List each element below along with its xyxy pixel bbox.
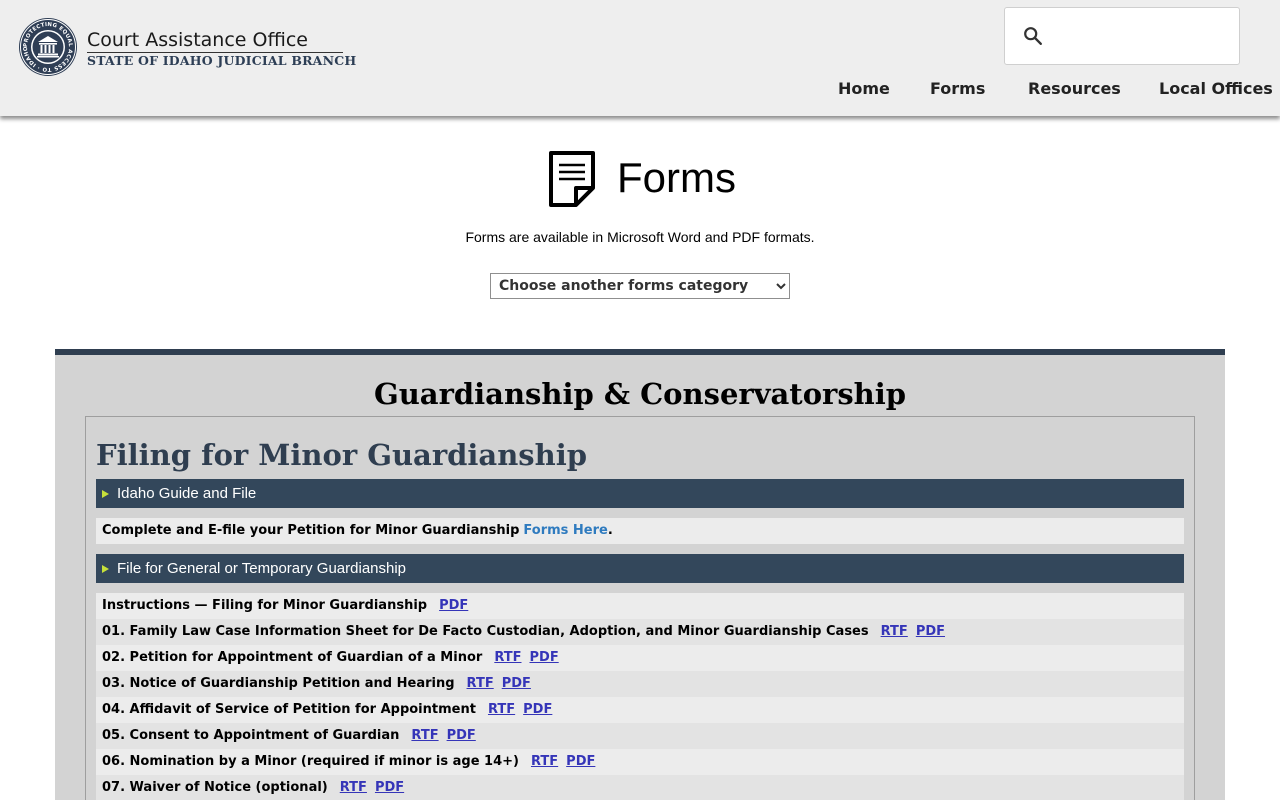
pdf-link[interactable]: PDF (916, 624, 945, 639)
search-icon[interactable] (1022, 25, 1044, 47)
form-row-07: 07. Waiver of Notice (optional) RTF PDF (96, 775, 1184, 800)
main-nav: Home Forms Resources Local Offices (0, 79, 1280, 101)
pdf-link[interactable]: PDF (439, 598, 468, 613)
form-row-06: 06. Nomination by a Minor (required if m… (96, 749, 1184, 775)
document-icon (549, 151, 595, 207)
section-title: Filing for Minor Guardianship (96, 438, 588, 472)
pdf-link[interactable]: PDF (566, 754, 595, 769)
accordion-idaho-guide-and-file[interactable]: Idaho Guide and File (96, 479, 1184, 508)
brand[interactable]: Court Assistance Office STATE OF IDAHO J… (87, 29, 356, 69)
form-row-04: 04. Affidavit of Service of Petition for… (96, 697, 1184, 723)
forms-category-select[interactable]: Choose another forms category (490, 273, 790, 299)
rtf-link[interactable]: RTF (881, 624, 908, 639)
form-title: 03. Notice of Guardianship Petition and … (102, 676, 455, 691)
form-title: 02. Petition for Appointment of Guardian… (102, 650, 483, 665)
nav-resources[interactable]: Resources (1028, 79, 1121, 99)
form-title: 05. Consent to Appointment of Guardian (102, 728, 400, 743)
page-description: Forms are available in Microsoft Word an… (465, 229, 815, 245)
pdf-link[interactable]: PDF (530, 650, 559, 665)
form-title: 07. Waiver of Notice (optional) (102, 780, 328, 795)
rtf-link[interactable]: RTF (531, 754, 558, 769)
forms-panel: Guardianship & Conservatorship Filing fo… (55, 349, 1225, 800)
form-title: 01. Family Law Case Information Sheet fo… (102, 624, 869, 639)
nav-home[interactable]: Home (838, 79, 890, 99)
section-box: Filing for Minor Guardianship Idaho Guid… (85, 416, 1195, 800)
site-header: PROTECTING EQUAL ACCESS TO · IDAHO · COU… (0, 0, 1280, 116)
efile-row: Complete and E-file your Petition for Mi… (96, 518, 1184, 544)
rtf-link[interactable]: RTF (411, 728, 438, 743)
form-row-03: 03. Notice of Guardianship Petition and … (96, 671, 1184, 697)
brand-subtitle: STATE OF IDAHO JUDICIAL BRANCH (87, 53, 357, 68)
nav-forms[interactable]: Forms (930, 79, 985, 99)
accordion-general-temporary-guardianship[interactable]: File for General or Temporary Guardiansh… (96, 554, 1184, 583)
accordion-label: File for General or Temporary Guardiansh… (117, 560, 407, 577)
accordion-label: Idaho Guide and File (117, 485, 257, 502)
triangle-right-icon (102, 490, 109, 498)
rtf-link[interactable]: RTF (488, 702, 515, 717)
rtf-link[interactable]: RTF (340, 780, 367, 795)
search-input[interactable] (1055, 18, 1231, 54)
search-box (1004, 7, 1240, 65)
panel-title: Guardianship & Conservatorship (373, 377, 907, 411)
efile-text: Complete and E-file your Petition for Mi… (102, 523, 520, 538)
form-title: 04. Affidavit of Service of Petition for… (102, 702, 476, 717)
pdf-link[interactable]: PDF (502, 676, 531, 691)
form-title: 06. Nomination by a Minor (required if m… (102, 754, 519, 769)
pdf-link[interactable]: PDF (375, 780, 404, 795)
form-row-05: 05. Consent to Appointment of Guardian RT… (96, 723, 1184, 749)
form-row-01: 01. Family Law Case Information Sheet fo… (96, 619, 1184, 645)
pdf-link[interactable]: PDF (447, 728, 476, 743)
form-title: Instructions — Filing for Minor Guardian… (102, 598, 428, 613)
page-title: Forms (617, 154, 736, 201)
rtf-link[interactable]: RTF (494, 650, 521, 665)
nav-local-offices[interactable]: Local Offices (1159, 79, 1273, 99)
triangle-right-icon (102, 565, 109, 573)
forms-here-link[interactable]: Forms Here (523, 523, 607, 538)
efile-end: . (607, 523, 613, 538)
pdf-link[interactable]: PDF (523, 702, 552, 717)
form-row-instructions: Instructions — Filing for Minor Guardian… (96, 593, 1184, 619)
court-seal-logo[interactable]: PROTECTING EQUAL ACCESS TO · IDAHO · COU… (18, 17, 78, 77)
brand-title: Court Assistance Office (87, 29, 343, 53)
form-row-02: 02. Petition for Appointment of Guardian… (96, 645, 1184, 671)
rtf-link[interactable]: RTF (467, 676, 494, 691)
